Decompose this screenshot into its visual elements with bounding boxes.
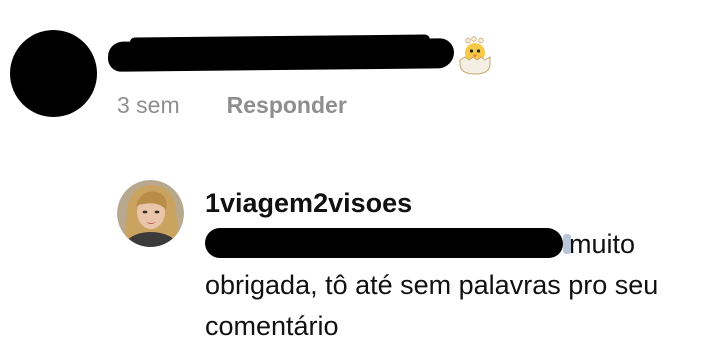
reply-text: muito obrigada, tô até sem palavras pro … bbox=[205, 224, 710, 347]
redacted-mention[interactable] bbox=[205, 228, 571, 258]
comment-meta: 3 sem Responder bbox=[117, 91, 347, 119]
reply-username[interactable]: 1viagem2visoes bbox=[205, 187, 412, 219]
reply-button[interactable]: Responder bbox=[227, 92, 347, 119]
hatching-chick-icon bbox=[459, 36, 491, 75]
user-photo-avatar[interactable] bbox=[117, 180, 184, 247]
redacted-username bbox=[107, 38, 455, 72]
redacted-avatar[interactable] bbox=[10, 30, 97, 117]
comment-timestamp: 3 sem bbox=[117, 91, 180, 118]
